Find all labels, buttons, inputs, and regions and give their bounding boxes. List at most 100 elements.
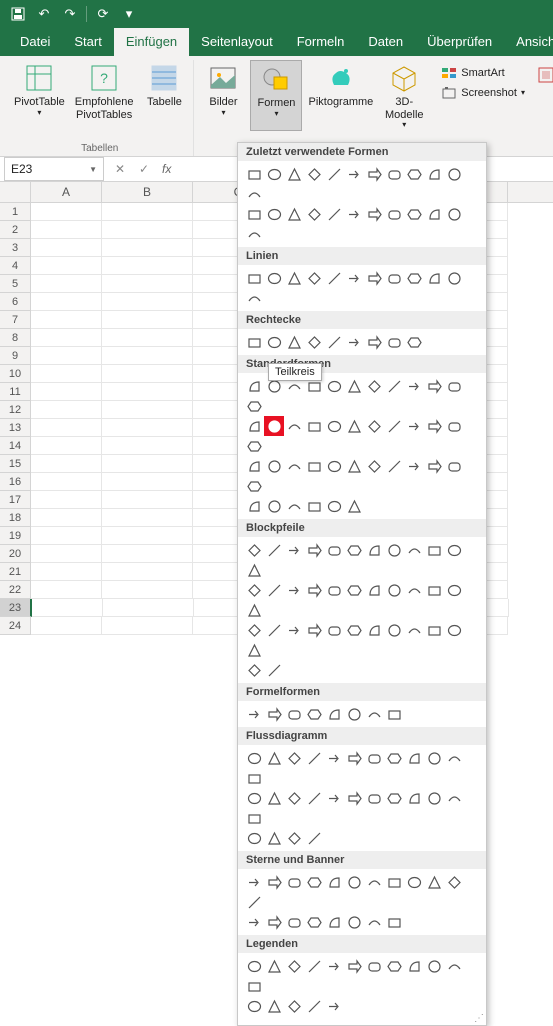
save-button[interactable]: [6, 3, 30, 25]
shape-thumb[interactable]: [304, 540, 324, 560]
shape-thumb[interactable]: [364, 580, 384, 600]
shape-thumb[interactable]: [264, 704, 284, 724]
shape-thumb[interactable]: [384, 164, 404, 184]
shape-thumb[interactable]: [304, 704, 324, 724]
shape-thumb[interactable]: [344, 704, 364, 724]
shape-thumb[interactable]: [284, 540, 304, 560]
shape-thumb[interactable]: [384, 268, 404, 288]
shape-thumb[interactable]: [304, 456, 324, 476]
row-header[interactable]: 13: [0, 419, 31, 437]
shape-thumb[interactable]: [404, 456, 424, 476]
shape-thumb[interactable]: [244, 872, 264, 892]
shape-thumb[interactable]: [384, 540, 404, 560]
row-header[interactable]: 9: [0, 347, 31, 365]
cell[interactable]: [102, 527, 193, 545]
shape-thumb[interactable]: [244, 184, 264, 204]
row-header[interactable]: 24: [0, 617, 31, 635]
shape-thumb[interactable]: [324, 872, 344, 892]
shape-thumb[interactable]: [244, 996, 264, 1016]
shape-thumb[interactable]: [244, 560, 264, 580]
shape-thumb[interactable]: [344, 456, 364, 476]
shape-thumb[interactable]: [344, 956, 364, 976]
shape-thumb[interactable]: [324, 620, 344, 640]
resize-handle-icon[interactable]: ⋰: [474, 1013, 484, 1023]
shape-thumb[interactable]: [444, 416, 464, 436]
shape-thumb[interactable]: [264, 268, 284, 288]
shape-thumb[interactable]: [364, 872, 384, 892]
shape-thumb[interactable]: [324, 416, 344, 436]
shape-thumb[interactable]: [244, 600, 264, 620]
shape-thumb[interactable]: [264, 204, 284, 224]
cell[interactable]: [102, 293, 193, 311]
shape-thumb[interactable]: [444, 164, 464, 184]
shape-thumb[interactable]: [444, 268, 464, 288]
shape-thumb[interactable]: [364, 748, 384, 768]
cell[interactable]: [102, 545, 193, 563]
shape-thumb[interactable]: [364, 912, 384, 932]
shape-thumb[interactable]: [364, 704, 384, 724]
shape-thumb[interactable]: [324, 496, 344, 516]
cell[interactable]: [102, 365, 193, 383]
shape-thumb[interactable]: [304, 828, 324, 848]
shape-thumb[interactable]: [444, 540, 464, 560]
shape-thumb[interactable]: [444, 788, 464, 808]
row-header[interactable]: 14: [0, 437, 31, 455]
shape-thumb[interactable]: [404, 268, 424, 288]
row-header[interactable]: 12: [0, 401, 31, 419]
shape-thumb[interactable]: [304, 996, 324, 1016]
shape-thumb[interactable]: [264, 164, 284, 184]
cell[interactable]: [31, 257, 102, 275]
shape-thumb[interactable]: [344, 872, 364, 892]
shape-thumb[interactable]: [424, 416, 444, 436]
shape-thumb[interactable]: [424, 956, 444, 976]
shape-thumb[interactable]: [284, 268, 304, 288]
cell[interactable]: [102, 455, 193, 473]
cell[interactable]: [31, 545, 102, 563]
cell[interactable]: [102, 383, 193, 401]
shape-thumb[interactable]: [284, 580, 304, 600]
shape-thumb[interactable]: [404, 376, 424, 396]
shape-thumb[interactable]: [384, 704, 404, 724]
shape-thumb[interactable]: [264, 332, 284, 352]
row-header[interactable]: 20: [0, 545, 31, 563]
shape-thumb[interactable]: [444, 872, 464, 892]
row-header[interactable]: 3: [0, 239, 31, 257]
shape-thumb[interactable]: [244, 956, 264, 976]
cell[interactable]: [31, 293, 102, 311]
pictures-button[interactable]: Bilder▾: [198, 60, 248, 131]
shape-thumb[interactable]: [244, 768, 264, 788]
shape-thumb[interactable]: [344, 268, 364, 288]
redo-button[interactable]: ↷: [58, 3, 82, 25]
shape-thumb[interactable]: [244, 204, 264, 224]
shape-thumb[interactable]: [424, 580, 444, 600]
shape-thumb[interactable]: [344, 204, 364, 224]
shape-thumb[interactable]: [444, 748, 464, 768]
cell[interactable]: [31, 365, 102, 383]
cell[interactable]: [31, 527, 102, 545]
shape-thumb[interactable]: [384, 580, 404, 600]
cell[interactable]: [31, 563, 102, 581]
shape-thumb[interactable]: [284, 620, 304, 640]
shape-thumb[interactable]: [304, 580, 324, 600]
shape-thumb[interactable]: [384, 956, 404, 976]
shape-thumb[interactable]: [444, 580, 464, 600]
shape-thumb[interactable]: [384, 912, 404, 932]
cancel-entry-button[interactable]: ✕: [108, 158, 132, 180]
cell[interactable]: [102, 617, 193, 635]
cell[interactable]: [31, 437, 102, 455]
shape-thumb[interactable]: [364, 456, 384, 476]
shape-thumb[interactable]: [324, 956, 344, 976]
shape-thumb[interactable]: [264, 748, 284, 768]
cell[interactable]: [32, 599, 103, 617]
row-header[interactable]: 7: [0, 311, 31, 329]
shape-thumb[interactable]: [364, 376, 384, 396]
shape-thumb[interactable]: [444, 956, 464, 976]
row-header[interactable]: 10: [0, 365, 31, 383]
shape-thumb[interactable]: [284, 496, 304, 516]
shape-thumb[interactable]: [344, 332, 364, 352]
pivottable-button[interactable]: PivotTable▾: [10, 60, 69, 123]
shape-thumb[interactable]: [424, 788, 444, 808]
select-all-corner[interactable]: [0, 182, 31, 202]
row-header[interactable]: 2: [0, 221, 31, 239]
shapes-button[interactable]: Formen▾: [250, 60, 302, 131]
